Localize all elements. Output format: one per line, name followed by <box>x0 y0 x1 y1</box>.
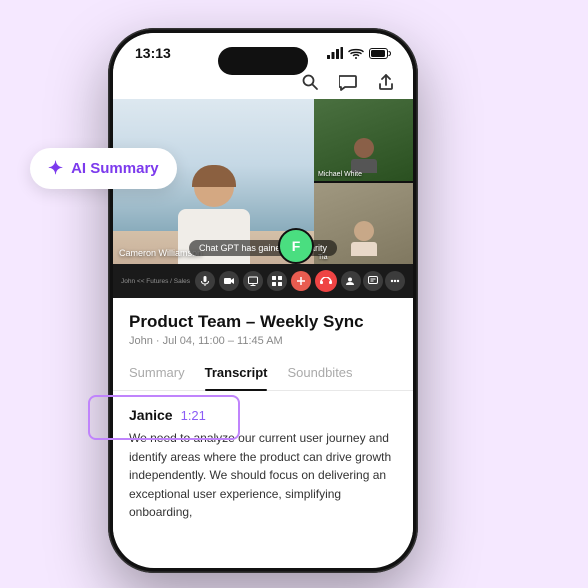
reaction-button[interactable] <box>291 271 311 291</box>
meeting-info: Product Team – Weekly Sync John · Jul 04… <box>113 298 413 355</box>
grid-button[interactable] <box>267 271 287 291</box>
mic-button[interactable] <box>195 271 215 291</box>
signal-icon <box>327 47 343 59</box>
ai-summary-badge[interactable]: ✦ AI Summary <box>30 148 177 189</box>
transcript-text: We need to analyze our current user jour… <box>129 429 397 522</box>
sidebar-video-1-name: Michael White <box>318 171 362 178</box>
phone-screen: 13:13 <box>113 33 413 568</box>
chat-button[interactable] <box>337 71 359 93</box>
wifi-icon <box>348 47 364 59</box>
end-call-button[interactable] <box>315 270 337 292</box>
sidebar-video-1: Michael White <box>314 99 413 181</box>
share-button[interactable] <box>375 71 397 93</box>
ai-summary-label: AI Summary <box>71 160 159 177</box>
video-subtitle: Chat GPT has gained popularity <box>189 240 337 256</box>
status-icons <box>327 47 391 59</box>
tab-transcript[interactable]: Transcript <box>205 355 268 390</box>
video-button[interactable] <box>219 271 239 291</box>
controls-bar: John << Futures / Sales <box>113 264 413 298</box>
summary-tab-highlight <box>88 395 240 440</box>
controls-left: John << Futures / Sales <box>121 278 190 285</box>
tabs: Summary Transcript Soundbites <box>113 355 413 391</box>
tab-summary[interactable]: Summary <box>129 355 185 390</box>
more-button[interactable] <box>385 271 405 291</box>
meeting-meta: John · Jul 04, 11:00 – 11:45 AM <box>129 335 397 347</box>
controls-participant-label: John << Futures / Sales <box>121 278 190 285</box>
status-time: 13:13 <box>135 45 171 61</box>
search-button[interactable] <box>299 71 321 93</box>
battery-icon <box>369 48 391 59</box>
chat-ctrl-button[interactable] <box>363 271 383 291</box>
participants-button[interactable] <box>341 271 361 291</box>
ai-sparkle-icon: ✦ <box>48 158 63 179</box>
avatar-f: F <box>278 228 314 264</box>
controls-center[interactable] <box>195 270 337 292</box>
dynamic-island <box>218 47 308 75</box>
controls-right <box>341 271 405 291</box>
phone-frame: 13:13 <box>108 28 418 573</box>
tab-soundbites[interactable]: Soundbites <box>287 355 352 390</box>
meeting-title: Product Team – Weekly Sync <box>129 312 397 332</box>
screen-share-button[interactable] <box>243 271 263 291</box>
